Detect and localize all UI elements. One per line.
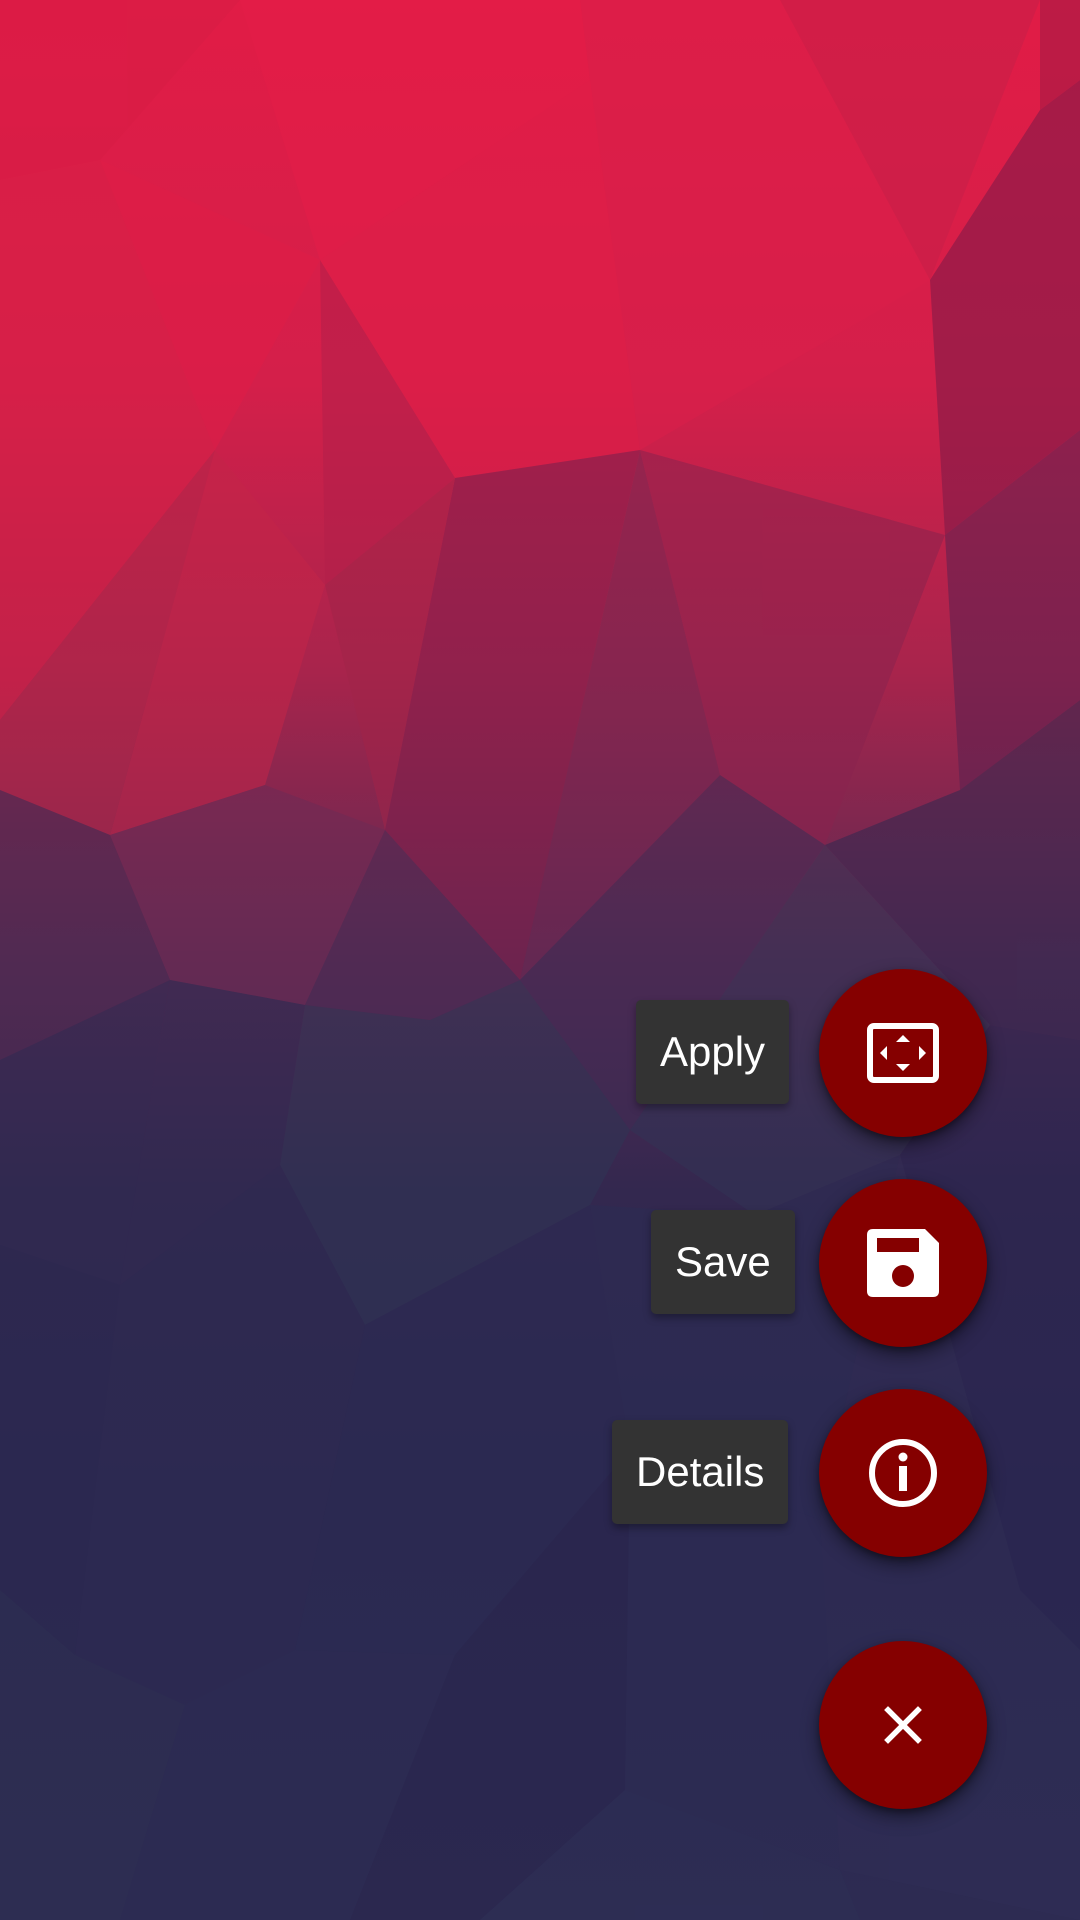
save-label[interactable]: Save <box>651 1210 795 1314</box>
apply-label[interactable]: Apply <box>636 1000 790 1104</box>
apply-button[interactable] <box>819 969 987 1137</box>
info-icon <box>867 1437 939 1509</box>
screen: Apply Save Details <box>0 0 1080 1920</box>
details-label[interactable]: Details <box>612 1420 789 1524</box>
speed-dial: Apply Save Details <box>0 0 1080 1920</box>
save-icon <box>867 1229 939 1297</box>
close-icon <box>883 1705 923 1745</box>
save-button[interactable] <box>819 1179 987 1347</box>
details-button[interactable] <box>819 1389 987 1557</box>
fullscreen-icon <box>867 1023 939 1083</box>
close-speed-dial-button[interactable] <box>819 1641 987 1809</box>
